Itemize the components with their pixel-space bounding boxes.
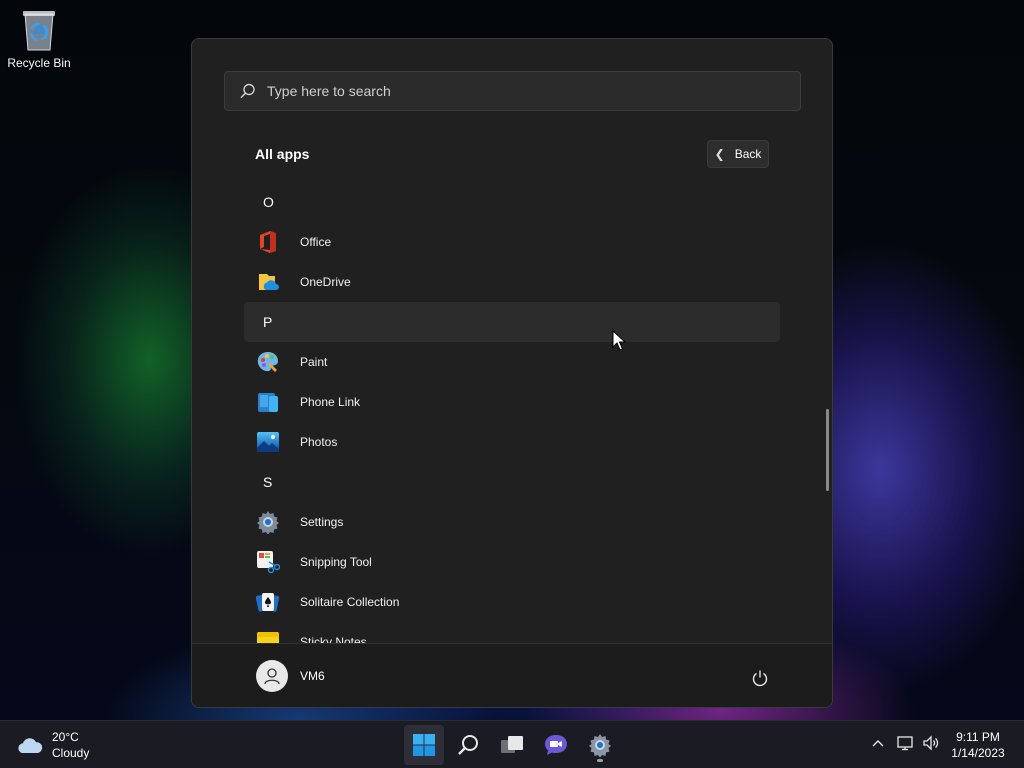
section-letter-p[interactable]: P xyxy=(244,302,780,342)
weather-widget[interactable]: 20°C Cloudy xyxy=(16,729,89,761)
weather-condition: Cloudy xyxy=(52,746,90,760)
app-name: Paint xyxy=(300,355,328,369)
app-item-phone-link[interactable]: Phone Link xyxy=(244,382,780,422)
start-menu: Type here to search All apps ❮ Back O Of… xyxy=(191,38,833,708)
app-name: Office xyxy=(300,235,332,249)
back-button[interactable]: ❮ Back xyxy=(707,140,769,168)
search-box[interactable]: Type here to search xyxy=(224,71,801,111)
desktop-icon-recycle-bin[interactable]: Recycle Bin xyxy=(4,8,74,70)
user-avatar[interactable] xyxy=(256,660,288,692)
desktop-icon-label: Recycle Bin xyxy=(7,56,71,70)
sticky-notes-icon xyxy=(257,632,279,644)
apps-scrollbar[interactable] xyxy=(826,409,829,491)
mouse-cursor xyxy=(612,330,626,351)
app-name: Settings xyxy=(300,515,344,529)
phone-link-icon xyxy=(258,393,278,412)
app-name: Photos xyxy=(300,435,338,449)
start-button[interactable] xyxy=(404,725,444,765)
paint-icon xyxy=(257,352,278,372)
photos-icon xyxy=(257,432,279,452)
search-icon xyxy=(240,83,255,99)
snipping-tool-icon xyxy=(257,551,280,574)
app-name: OneDrive xyxy=(300,275,351,289)
windows-logo-icon xyxy=(413,734,435,756)
cloud-icon xyxy=(18,738,43,753)
section-letter-o[interactable]: O xyxy=(244,182,780,222)
start-footer: VM6 xyxy=(192,643,832,707)
power-icon xyxy=(752,670,768,687)
chevron-left-icon: ❮ xyxy=(714,147,725,161)
task-view-button[interactable] xyxy=(492,725,532,765)
section-letter-label: O xyxy=(263,194,274,210)
task-view-icon xyxy=(501,736,523,753)
app-item-office[interactable]: Office xyxy=(244,222,780,262)
app-item-snipping-tool[interactable]: Snipping Tool xyxy=(244,542,780,582)
app-item-settings[interactable]: Settings xyxy=(244,502,780,542)
weather-temperature: 20°C xyxy=(52,730,79,744)
clock-time: 9:11 PM xyxy=(956,730,1000,744)
clock[interactable]: 9:11 PM 1/14/2023 xyxy=(938,729,1018,761)
app-name: Solitaire Collection xyxy=(300,595,400,609)
clock-date: 1/14/2023 xyxy=(951,746,1005,760)
chat-button[interactable] xyxy=(536,725,576,765)
all-apps-list: O Office OneDrive P Paint Phone Link Pho… xyxy=(244,182,780,644)
app-name: Phone Link xyxy=(300,395,361,409)
user-name[interactable]: VM6 xyxy=(300,669,325,683)
section-letter-label: P xyxy=(263,314,273,330)
app-item-solitaire[interactable]: Solitaire Collection xyxy=(244,582,780,622)
chevron-up-icon[interactable] xyxy=(870,735,886,751)
office-icon xyxy=(260,231,276,253)
search-button[interactable] xyxy=(448,725,488,765)
onedrive-icon xyxy=(259,274,279,290)
teams-chat-icon xyxy=(545,735,567,755)
app-item-paint[interactable]: Paint xyxy=(244,342,780,382)
section-letter-label: S xyxy=(263,474,273,490)
network-icon[interactable] xyxy=(896,735,914,751)
system-tray xyxy=(870,735,940,751)
user-icon xyxy=(264,668,280,685)
power-button[interactable] xyxy=(748,666,772,690)
running-indicator xyxy=(597,759,603,762)
search-placeholder: Type here to search xyxy=(267,83,391,99)
app-item-photos[interactable]: Photos xyxy=(244,422,780,462)
app-item-sticky-notes[interactable]: Sticky Notes xyxy=(244,622,780,644)
settings-icon xyxy=(257,511,279,534)
solitaire-icon xyxy=(256,593,280,612)
section-letter-s[interactable]: S xyxy=(244,462,780,502)
taskbar: 20°C Cloudy 9:11 PM 1/14/2023 xyxy=(0,720,1024,768)
all-apps-title: All apps xyxy=(255,146,310,162)
gear-icon xyxy=(589,734,611,757)
recycle-bin-icon xyxy=(23,11,55,51)
app-name: Snipping Tool xyxy=(300,555,372,569)
search-icon xyxy=(458,735,478,755)
app-item-onedrive[interactable]: OneDrive xyxy=(244,262,780,302)
back-label: Back xyxy=(734,147,762,161)
